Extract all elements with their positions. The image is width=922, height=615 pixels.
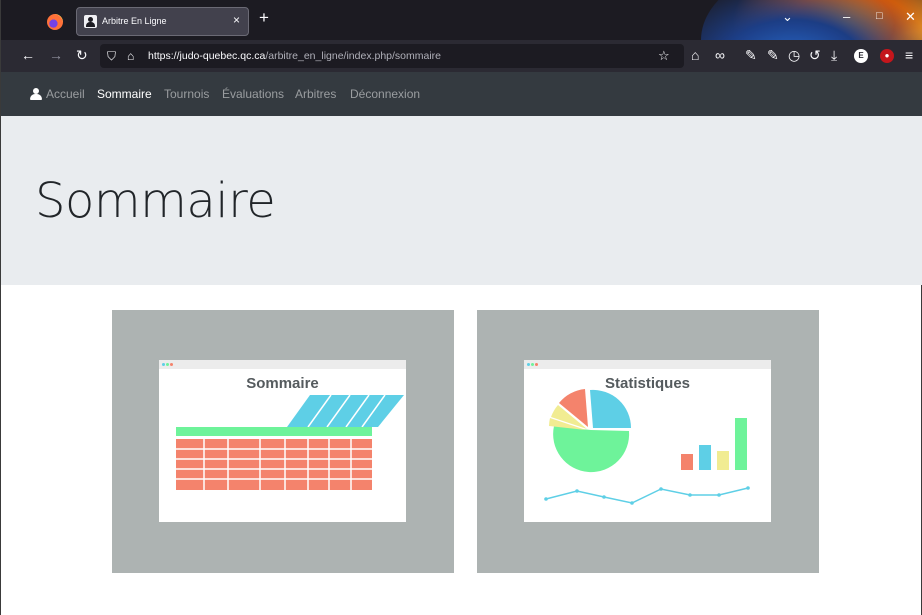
download-icon[interactable]: ⤓ (831, 47, 837, 63)
extension-icon[interactable]: E (854, 49, 868, 63)
star-icon[interactable]: ☆ (658, 48, 670, 64)
nav-deconnexion[interactable]: Déconnexion (350, 87, 420, 101)
close-window-button[interactable]: ✕ (905, 9, 916, 25)
url-bar[interactable]: ⛉ ⌂ https://judo-quebec.qc.ca/arbitre_en… (100, 44, 684, 68)
list-tabs-chevron-icon[interactable]: ⌄ (782, 9, 793, 25)
nav-tournois[interactable]: Tournois (164, 87, 209, 101)
card-sommaire[interactable]: Sommaire (112, 310, 454, 573)
tab-strip: Arbitre En Ligne × + ⌄ – □ ✕ (1, 0, 922, 40)
infinity-icon[interactable]: ∞ (715, 47, 725, 63)
wrench-icon[interactable]: ✎ (745, 47, 757, 63)
browser-window: Arbitre En Ligne × + ⌄ – □ ✕ ← → ↻ ⛉ ⌂ h… (0, 0, 922, 615)
nav-sommaire[interactable]: Sommaire (97, 87, 152, 101)
url-text[interactable]: https://judo-quebec.qc.ca/arbitre_en_lig… (148, 50, 441, 62)
stats-illustration (544, 389, 750, 505)
tab-arbitre-en-ligne[interactable]: Arbitre En Ligne × (76, 7, 249, 36)
new-tab-button[interactable]: + (259, 8, 269, 28)
clock-icon[interactable]: ◷ (788, 47, 800, 63)
sommaire-illustration: Sommaire (159, 360, 406, 522)
page-title: Sommaire (35, 173, 276, 229)
user-icon (30, 88, 42, 100)
tab-title: Arbitre En Ligne (102, 16, 167, 26)
back-icon[interactable]: ← (21, 47, 35, 63)
theme-artwork (701, 0, 922, 40)
user-icon (84, 15, 97, 28)
ublock-icon[interactable]: ● (880, 49, 894, 63)
navigation-toolbar: ← → ↻ ⛉ ⌂ https://judo-quebec.qc.ca/arbi… (1, 40, 922, 72)
lock-icon[interactable]: ⌂ (127, 48, 134, 64)
minimize-button[interactable]: – (843, 9, 850, 24)
table-illustration (176, 394, 404, 490)
tab-close-icon[interactable]: × (233, 13, 240, 27)
nav-arbitres[interactable]: Arbitres (295, 87, 336, 101)
statistiques-illustration: Statistiques (524, 360, 771, 522)
wrench-icon[interactable]: ✎ (767, 47, 779, 63)
nav-evaluations[interactable]: Évaluations (222, 87, 284, 101)
nav-accueil[interactable]: Accueil (46, 87, 85, 101)
history-icon[interactable]: ↺ (809, 47, 821, 63)
site-navbar: Accueil Sommaire Tournois Évaluations Ar… (1, 72, 922, 116)
forward-icon[interactable]: → (49, 47, 63, 63)
card-statistiques[interactable]: Statistiques (477, 310, 819, 573)
jumbotron: Sommaire (1, 116, 922, 285)
home-icon[interactable]: ⌂ (691, 47, 699, 63)
reload-icon[interactable]: ↻ (76, 47, 88, 63)
shield-icon[interactable]: ⛉ (107, 48, 116, 64)
firefox-icon[interactable] (47, 14, 63, 30)
maximize-button[interactable]: □ (876, 10, 883, 22)
menu-icon[interactable]: ≡ (905, 47, 913, 63)
